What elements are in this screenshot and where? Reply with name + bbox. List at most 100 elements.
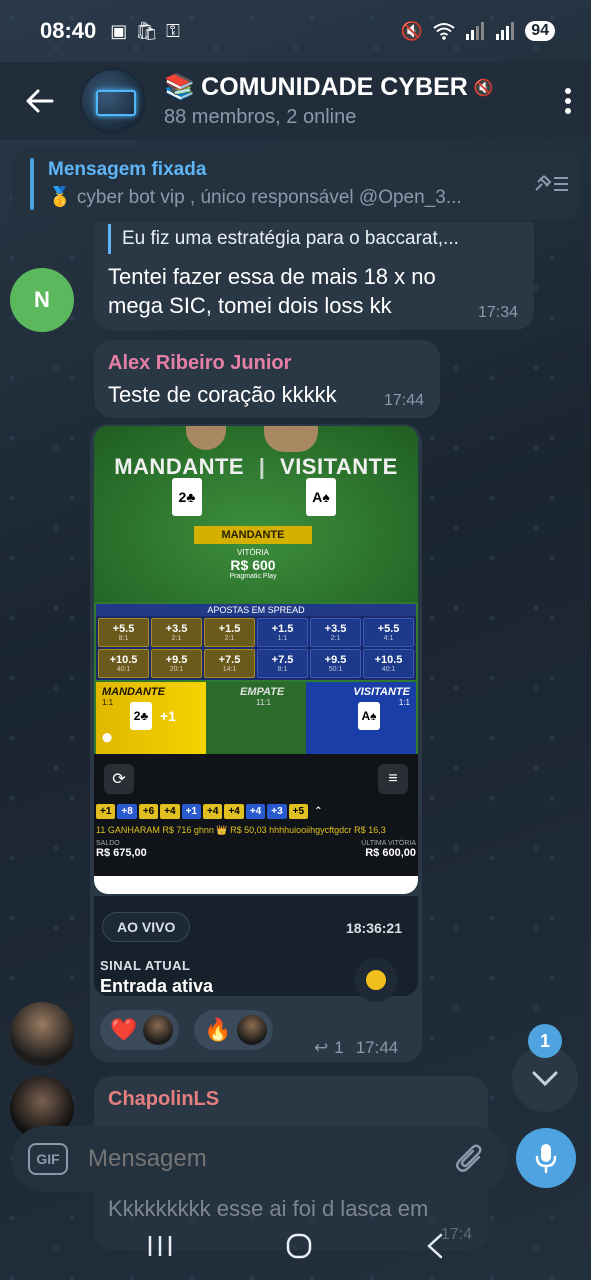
spread-value: +7.5 (271, 654, 294, 666)
history-chip: +1 (181, 804, 202, 819)
result-body: VITÓRIA R$ 600 Pragmatic Play (194, 548, 312, 580)
spread-bet-cell[interactable]: +9.5 50:1 (310, 649, 361, 678)
bet-empate[interactable]: EMPATE 11:1 (206, 682, 306, 754)
pinned-list-icon (535, 175, 568, 191)
game-title: MANDANTE | VISITANTE (114, 454, 398, 479)
status-bar: 08:40 ▣ 🛍 ⚿ 🔇 94 (0, 0, 591, 62)
spread-value: +9.5 (324, 654, 347, 666)
dealer-hand (186, 426, 226, 450)
history-chip: +8 (117, 804, 137, 819)
bet-visitante[interactable]: VISITANTE 1:1 A♠ (306, 682, 416, 754)
spread-bet-cell[interactable]: +1.5 1:1 (257, 618, 308, 647)
shop-icon: 🛍 (135, 20, 159, 41)
spread-bet-cell[interactable]: +10.5 40:1 (363, 649, 414, 678)
game-footer (94, 876, 418, 894)
history-chip: +6 (138, 804, 159, 819)
live-badge: AO VIVO (102, 912, 191, 942)
reaction-heart[interactable]: ❤️ (100, 1010, 180, 1050)
avatar[interactable]: N (10, 268, 74, 332)
spread-bet-cell[interactable]: +9.5 20:1 (151, 649, 202, 678)
pinned-message-bar[interactable]: Mensagem fixada 🥇 cyber bot vip , único … (12, 148, 579, 220)
sender-name[interactable]: Alex Ribeiro Junior (108, 352, 291, 375)
history-chip: +5 (288, 804, 309, 819)
result-box: MANDANTE VITÓRIA R$ 600 Pragmatic Play (194, 526, 312, 596)
heart-icon: ❤️ (110, 1017, 138, 1042)
last-win-label: ÚLTIMA VITÓRIA (361, 840, 416, 847)
spread-bets: APOSTAS EM SPREAD +5.5 8:1 +3.5 2:1 +1.5 2:1 +… (96, 604, 416, 680)
playing-card: 2♣ (130, 702, 152, 730)
spread-odds: 14:1 (222, 666, 237, 673)
group-info[interactable]: 📚 COMUNIDADE CYBER 🔇 88 membros, 2 onlin… (164, 73, 545, 129)
message-bubble[interactable]: ChapolinLS (94, 1076, 488, 1128)
group-title: 📚 COMUNIDADE CYBER 🔇 (164, 73, 545, 102)
spread-bet-cell[interactable]: +5.5 4:1 (363, 618, 414, 647)
spread-bet-cell[interactable]: +3.5 2:1 (151, 618, 202, 647)
bet-mandante-odds: 1:1 (102, 698, 114, 707)
mute-icon: 🔇 (400, 20, 424, 41)
wifi-icon (433, 23, 455, 40)
group-avatar[interactable] (80, 68, 146, 134)
bet-mandante[interactable]: MANDANTE 1:1 2♣ +1 ⬤ (96, 682, 206, 754)
attach-button[interactable] (448, 1143, 492, 1175)
home-icon[interactable] (285, 1232, 313, 1260)
spread-value: +10.5 (374, 654, 403, 666)
spread-bet-cell[interactable]: +5.5 8:1 (98, 618, 149, 647)
message-bubble[interactable]: Eu fiz uma estratégia para o baccarat,..… (94, 222, 534, 330)
playing-card: 2♣ (172, 478, 202, 516)
paperclip-icon (456, 1144, 482, 1172)
saldo-value: R$ 675,00 (96, 847, 147, 859)
bet-empate-odds: 11:1 (256, 698, 271, 707)
live-signal-card: AO VIVO 18:36:21 SINAL ATUAL Entrada ati… (94, 896, 418, 1002)
game-screenshot[interactable]: MANDANTE | VISITANTE 2♣ A♠ MANDANTE VITÓ… (94, 426, 418, 894)
reaction-fire[interactable]: 🔥 (194, 1010, 274, 1050)
chevron-down-icon (532, 1071, 558, 1087)
result-label: VITÓRIA (236, 548, 269, 557)
spread-value: +9.5 (165, 654, 188, 666)
spread-bet-cell[interactable]: +7.5 8:1 (257, 649, 308, 678)
spread-bet-cell[interactable]: +3.5 2:1 (310, 618, 361, 647)
spread-odds: 2:1 (330, 635, 341, 642)
spread-value: +5.5 (377, 623, 400, 635)
recents-icon[interactable] (146, 1234, 174, 1258)
group-title-text: COMUNIDADE CYBER (201, 73, 468, 101)
message-bubble[interactable]: Alex Ribeiro Junior Teste de coração kkk… (94, 340, 440, 418)
saldo-label: SALDO (96, 840, 120, 847)
voice-record-button[interactable] (516, 1128, 576, 1188)
avatar (143, 1015, 174, 1045)
signal-icon (466, 22, 485, 40)
pinned-text: Mensagem fixada 🥇 cyber bot vip , único … (48, 159, 523, 209)
spread-odds: 1:1 (277, 635, 288, 642)
spread-bet-cell[interactable]: +1.5 2:1 (204, 618, 255, 647)
gif-button[interactable]: GIF (28, 1143, 68, 1175)
history-chip: +4 (224, 804, 244, 819)
winners-ticker: 11 GANHARAM R$ 716 ghnn 👑 R$ 50,03 hhhhu… (96, 825, 386, 835)
spread-odds: 40:1 (116, 666, 131, 673)
history-chip: +4 (160, 804, 180, 819)
reply-indicator (108, 224, 111, 254)
signal-value: Entrada ativa (100, 976, 214, 996)
sender-name[interactable]: ChapolinLS (108, 1088, 219, 1111)
game-controls: ⟳ ≡ +1 +8 +6 +4 +1 +4 +4 +4 +3 +5 ⌃ 11 GANHARAM R$… (94, 754, 418, 894)
refresh-icon[interactable]: ⟳ (104, 764, 134, 794)
unread-badge: 1 (528, 1024, 562, 1058)
reply-count[interactable]: ↩ 1 17:44 (314, 1038, 398, 1058)
reply-preview[interactable]: Eu fiz uma estratégia para o baccarat,..… (122, 228, 459, 250)
spread-odds: 8:1 (118, 635, 129, 642)
unpin-list-button[interactable] (523, 172, 579, 196)
message-text: Teste de coração kkkkk (108, 382, 337, 407)
status-right-icons: 🔇 94 (401, 21, 555, 42)
spread-bet-cell[interactable]: +7.5 14:1 (204, 649, 255, 678)
avatar[interactable] (10, 1002, 74, 1066)
more-menu-button[interactable] (545, 62, 591, 140)
vpn-icon: ⚿ (166, 20, 180, 41)
back-button[interactable] (0, 62, 80, 140)
chevron-up-icon[interactable]: ⌃ (310, 804, 326, 819)
hamburger-menu-icon[interactable]: ≡ (378, 764, 408, 794)
title-left: MANDANTE (114, 454, 245, 479)
avatar-letter: N (34, 287, 50, 312)
spread-bet-cell[interactable]: +10.5 40:1 (98, 649, 149, 678)
result-head: MANDANTE (194, 526, 312, 544)
avatar (237, 1015, 268, 1045)
back-icon[interactable] (425, 1233, 445, 1259)
message-input[interactable] (88, 1145, 448, 1173)
